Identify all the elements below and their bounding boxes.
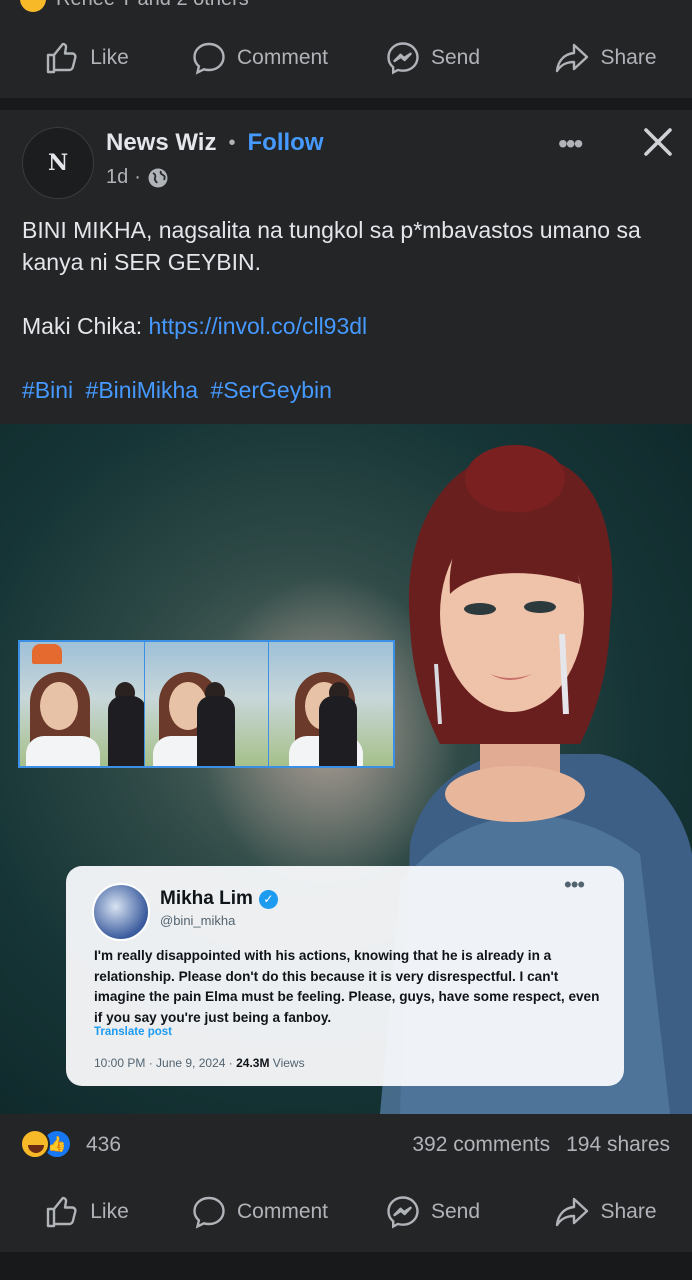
comment-button[interactable]: Comment [173,1194,346,1230]
name-separator: • [228,131,236,154]
link-prefix: Maki Chika: [22,313,149,339]
hat-icon [32,644,62,664]
post-divider [0,1252,692,1280]
reaction-summary[interactable]: Renee T and 2 others [56,0,249,11]
like-label: Like [90,46,129,69]
embedded-tweet-card: Mikha Lim ✓ @bini_mikha ••• I'm really d… [66,866,624,1086]
follow-button[interactable]: Follow [248,129,324,157]
tweet-views-count: 24.3M [236,1056,270,1070]
like-button[interactable]: Like [0,40,173,76]
name-row: News Wiz • Follow [106,129,323,157]
tweet-text: I'm really disappointed with his actions… [94,948,600,1025]
comment-button[interactable]: Comment [173,40,346,76]
action-bar-bottom: Like Comment Send Share [0,1172,692,1252]
post-body: BINI MIKHA, nagsalita na tungkol sa p*mb… [22,214,672,406]
share-button[interactable]: Share [519,40,692,76]
like-icon [47,1196,77,1228]
meta-separator: · [134,166,141,188]
post-header: N News Wiz • Follow 1d · ••• [0,110,692,200]
tweet-author: Mikha Lim ✓ [160,888,278,910]
like-button[interactable]: Like [0,1194,173,1230]
send-button[interactable]: Send [346,1194,519,1230]
post-divider [0,98,692,110]
more-options-icon[interactable]: ••• [558,128,583,160]
globe-icon [148,168,168,187]
hashtag[interactable]: #SerGeybin [210,377,331,403]
previous-post-reactions: Renee T and 2 others [0,0,692,18]
post-meta: 1d · [106,166,169,189]
send-label: Send [430,46,481,69]
tweet-handle: @bini_mikha [160,913,236,928]
reaction-icons[interactable]: 👍 [20,1129,72,1159]
like-label: Like [90,1200,129,1223]
share-count[interactable]: 194 shares [566,1133,670,1157]
like-icon [47,42,77,74]
collage-frame [269,642,394,766]
engagement-counts: 392 comments 194 shares [412,1133,670,1157]
comment-icon [193,1196,225,1229]
reaction-emoji-icon [20,0,46,12]
send-button[interactable]: Send [346,40,519,76]
comment-label: Comment [236,1200,329,1223]
tweet-author-name: Mikha Lim [160,888,253,909]
comment-label: Comment [236,46,329,69]
tweet-avatar [92,883,150,941]
tweet-views-label: Views [272,1056,305,1070]
haha-reaction-icon [20,1129,50,1159]
share-label: Share [600,1200,657,1223]
page-avatar[interactable]: N [22,127,94,199]
post-link[interactable]: https://invol.co/cll93dl [149,313,368,339]
share-icon [556,43,589,73]
share-icon [556,1197,589,1227]
comment-count[interactable]: 392 comments [412,1133,550,1157]
post-image[interactable]: Mikha Lim ✓ @bini_mikha ••• I'm really d… [0,424,692,1114]
tweet-more-icon: ••• [564,872,585,897]
page-name[interactable]: News Wiz [106,129,216,157]
hashtag[interactable]: #Bini [22,377,73,403]
collage-frame [20,642,145,766]
comment-icon [193,42,225,75]
messenger-icon [387,1196,419,1229]
share-button[interactable]: Share [519,1194,692,1230]
verified-badge-icon: ✓ [258,889,278,909]
hashtag[interactable]: #BiniMikha [86,377,199,403]
hashtags: #Bini #BiniMikha #SerGeybin [22,374,672,406]
reaction-count[interactable]: 436 [86,1133,121,1157]
post-headline: BINI MIKHA, nagsalita na tungkol sa p*mb… [22,217,641,275]
send-label: Send [430,1200,481,1223]
tweet-footer: 10:00 PM · June 9, 2024 · 24.3M Views [94,1056,305,1070]
reaction-summary-row: 👍 436 392 comments 194 shares [0,1116,692,1174]
post-time[interactable]: 1d [106,166,128,189]
avatar-monogram: N [47,150,69,176]
tweet-timestamp: 10:00 PM · June 9, 2024 · [94,1056,233,1070]
collage-frame [144,642,270,766]
share-label: Share [600,46,657,69]
post-link-line: Maki Chika: https://invol.co/cll93dl [22,310,672,342]
translate-post-link: Translate post [94,1026,172,1038]
close-icon[interactable] [638,122,678,162]
video-frames-collage [18,640,395,768]
action-bar-top: Like Comment Send Share [0,18,692,98]
messenger-icon [387,42,419,75]
